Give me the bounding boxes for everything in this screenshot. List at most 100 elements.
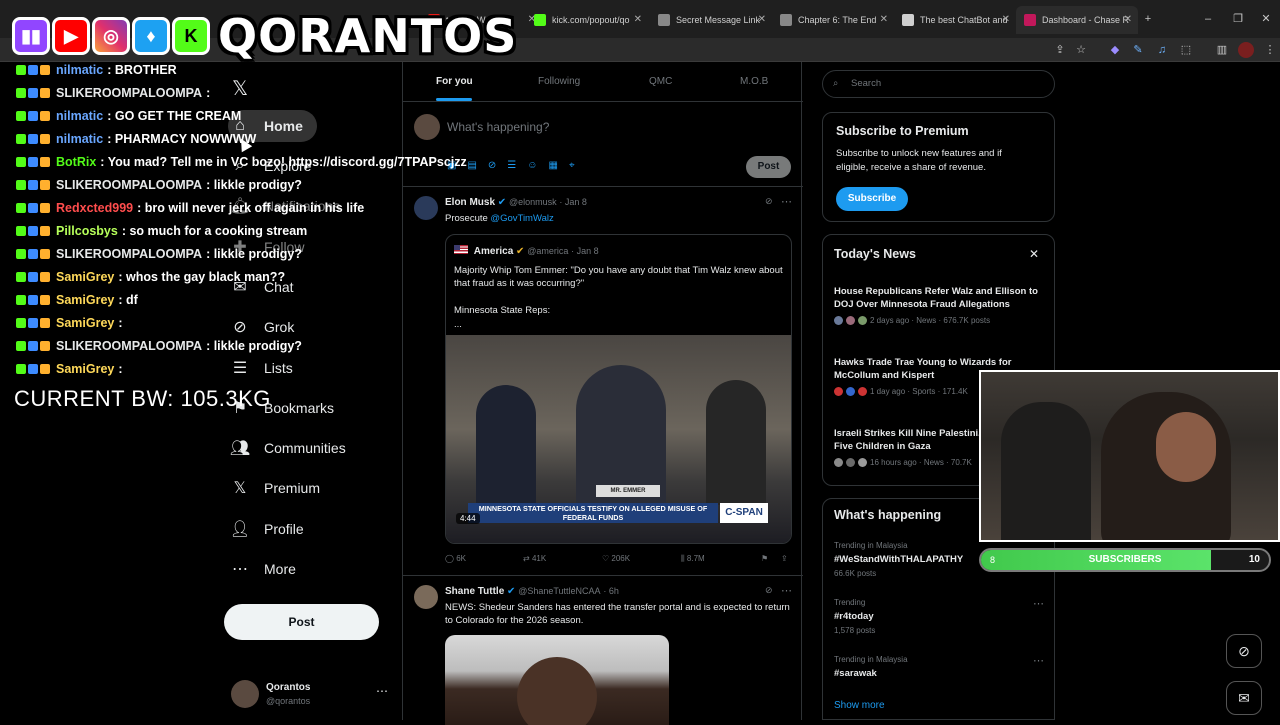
restore-icon[interactable]: ❐ <box>1230 11 1246 27</box>
tab-favicon <box>658 14 670 26</box>
more-icon[interactable]: ⋯ <box>1033 597 1044 610</box>
close-icon[interactable]: ✕ <box>1002 6 1010 34</box>
minimize-icon[interactable]: – <box>1200 11 1216 27</box>
close-icon[interactable]: ✕ <box>758 6 766 34</box>
puzzle-icon[interactable]: ⬚ <box>1178 42 1194 58</box>
avatar <box>834 387 843 396</box>
chat-username: SLIKEROOMPALOOMPA <box>56 177 203 192</box>
extension-icon[interactable]: ◆ <box>1107 42 1123 58</box>
more-icon[interactable]: ⋯ <box>1033 654 1044 667</box>
show-more-link[interactable]: Show more <box>834 700 885 711</box>
reply-button[interactable]: ◯ 6K <box>445 554 466 563</box>
compose-post-button[interactable]: Post <box>746 156 791 178</box>
chat-text: : bro will never jerk off again in his l… <box>137 200 365 215</box>
views-button[interactable]: ⫼ 8.7M <box>681 554 705 564</box>
news-item[interactable]: House Republicans Refer Walz and Ellison… <box>834 285 1044 325</box>
nav-communities[interactable]: 👥︎ Communities <box>228 432 346 464</box>
chat-text: : likkle prodigy? <box>206 177 302 192</box>
profile-avatar-icon[interactable] <box>1238 42 1254 58</box>
post-button[interactable]: Post <box>224 604 379 640</box>
nav-label: Profile <box>264 521 304 537</box>
nav-label: Communities <box>264 440 346 456</box>
star-icon[interactable]: ☆ <box>1073 42 1089 58</box>
cast-icon[interactable]: ⇪ <box>1052 42 1068 58</box>
compose-input[interactable]: What's happening? <box>447 120 767 134</box>
trend-item[interactable]: Trending in Malaysia #sarawak <box>834 655 1044 680</box>
grok-icon[interactable]: ⊘ <box>765 196 773 207</box>
badge-icon <box>16 340 26 351</box>
badge-icon <box>40 156 50 167</box>
grok-icon[interactable]: ⊘ <box>1226 634 1262 668</box>
close-icon[interactable]: ✕ <box>634 6 642 34</box>
tab-qmc[interactable]: QMC <box>649 76 672 87</box>
account-switcher[interactable]: Qorantos @qorantos ⋯ <box>231 680 391 710</box>
nav-more[interactable]: ⋯ More <box>228 553 296 585</box>
author-handle[interactable]: @elonmusk <box>509 197 557 207</box>
browser-tab[interactable]: Chapter 6: The End ✕ <box>772 6 894 34</box>
author-name[interactable]: Shane Tuttle <box>445 586 504 597</box>
share-icon[interactable]: ⇪ <box>781 554 788 563</box>
more-icon[interactable]: ⋯ <box>781 195 792 208</box>
tab-title: kick.com/popout/qo <box>552 15 630 25</box>
sidebar-icon[interactable]: ▥ <box>1214 42 1230 58</box>
nav-premium[interactable]: 𝕏 Premium <box>228 472 320 504</box>
browser-tab[interactable]: Secret Message Link ✕ <box>650 6 772 34</box>
browser-tab[interactable]: The best ChatBot and ✕ <box>894 6 1016 34</box>
x-icon: 𝕏 <box>233 480 247 497</box>
tab-following[interactable]: Following <box>538 76 580 87</box>
chat-username: SLIKEROOMPALOOMPA <box>56 85 203 100</box>
new-tab-icon[interactable]: + <box>1140 11 1156 27</box>
menu-icon[interactable]: ⋮ <box>1262 42 1278 58</box>
like-button[interactable]: ♡ 206K <box>602 554 630 563</box>
tweet-date[interactable]: · 6h <box>603 586 619 596</box>
video-duration: 4:44 <box>456 513 480 524</box>
search-input[interactable]: ⌕ Search <box>822 70 1055 98</box>
trend-topic: #r4today <box>834 611 874 622</box>
avatar <box>834 458 843 467</box>
trend-item[interactable]: Trending #r4today 1,578 posts <box>834 598 1044 635</box>
chat-username: nilmatic <box>56 62 104 77</box>
close-icon[interactable]: ✕ <box>1029 247 1039 261</box>
emoji-icon[interactable]: ☺ <box>527 160 548 171</box>
schedule-icon[interactable]: ▦ <box>548 160 568 171</box>
close-icon[interactable]: ✕ <box>880 6 888 34</box>
badge-icon <box>40 202 50 213</box>
window-close-icon[interactable]: ✕ <box>1258 11 1274 27</box>
chat-text: : whos the gay black man?? <box>118 269 286 284</box>
tab-mob[interactable]: M.O.B <box>740 76 768 87</box>
more-icon[interactable]: ⋯ <box>781 584 792 597</box>
tweet-image[interactable] <box>445 635 669 725</box>
tweet-date[interactable]: · Jan 8 <box>559 197 587 207</box>
twitch-icon: ▮▮ <box>12 17 50 55</box>
mention-link[interactable]: @GovTimWalz <box>490 213 553 224</box>
chat-message: SamiGrey: <box>16 311 486 334</box>
badge-icon <box>28 271 38 282</box>
extension-icon[interactable]: ✎ <box>1130 42 1146 58</box>
nav-profile[interactable]: 👤︎ Profile <box>228 513 304 545</box>
poll-icon[interactable]: ☰ <box>507 160 527 171</box>
tweet-text: NEWS: Shedeur Sanders has entered the tr… <box>445 602 790 626</box>
bookmark-icon[interactable]: ⚑ <box>761 554 768 563</box>
repost-button[interactable]: ⇄ 41K <box>523 554 546 563</box>
messages-icon[interactable]: ✉ <box>1226 681 1262 715</box>
video-player[interactable]: MR. EMMER MINNESOTA STATE OFFICIALS TEST… <box>446 335 791 543</box>
tab-title: The best ChatBot and <box>920 15 1008 25</box>
author-handle[interactable]: @ShaneTuttleNCAA <box>518 586 600 596</box>
close-icon[interactable]: ✕ <box>1124 6 1132 34</box>
location-icon[interactable]: ⌖ <box>569 160 586 171</box>
extension-icon[interactable]: ♫ <box>1154 42 1170 58</box>
grok-icon[interactable]: ⊘ <box>765 585 773 596</box>
subscribe-button[interactable]: Subscribe <box>836 187 908 211</box>
avatar[interactable] <box>414 585 438 609</box>
chat-message: BotRix: You mad? Tell me in VC bozo! htt… <box>16 150 486 173</box>
more-icon[interactable]: ⋯ <box>376 684 388 698</box>
badge-icon <box>28 225 38 236</box>
grok-icon[interactable]: ⊘ <box>488 160 507 171</box>
chat-badges <box>16 317 50 328</box>
chat-badges <box>16 156 50 167</box>
badge-icon <box>28 340 38 351</box>
browser-tab-active[interactable]: Dashboard - Chase R ✕ <box>1016 6 1138 34</box>
browser-tab[interactable]: kick.com/popout/qo ✕ <box>526 6 648 34</box>
badge-icon <box>28 317 38 328</box>
quote-tweet[interactable]: America ✔ @america · Jan 8 Majority Whip… <box>445 234 792 544</box>
